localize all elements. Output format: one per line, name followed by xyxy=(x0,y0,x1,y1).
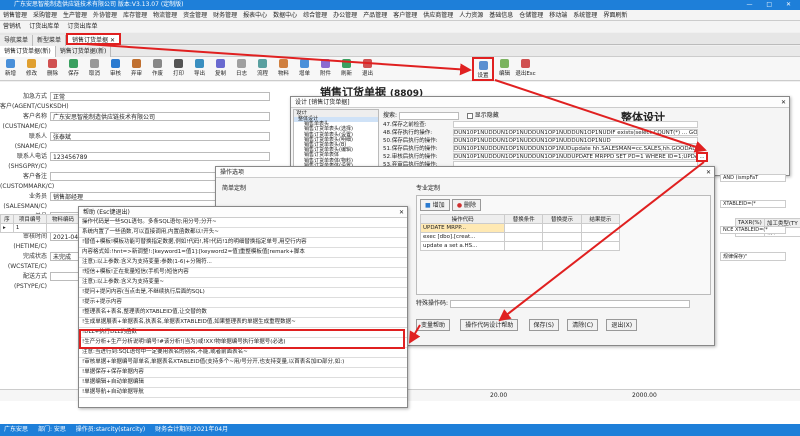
status-user: 操作员:starcity(starcity) xyxy=(75,426,146,433)
annotation-arrows xyxy=(84,43,707,344)
status-bar: 广东安思 部门: 安思 操作员:starcity(starcity) 财务会计期… xyxy=(0,424,800,436)
design-extra-field[interactable]: XTABLEID=(* xyxy=(720,200,786,208)
arrow-ellipsis-to-help-button xyxy=(498,161,705,322)
design-extra-field[interactable]: 规律保存)" xyxy=(720,252,786,261)
arrow-tab-to-design xyxy=(84,43,472,76)
arrow-design-to-ellipsis xyxy=(494,79,707,153)
arrow-help-button-to-help xyxy=(408,324,421,344)
status-period: 财务会计期间:2021年04月 xyxy=(155,426,229,433)
design-extra-field[interactable]: AND (ismpFaT xyxy=(720,174,786,182)
status-company: 广东安思 xyxy=(4,426,29,433)
design-extra-field[interactable]: NCE XTABLEID=(* xyxy=(720,226,786,234)
status-department: 部门: 安思 xyxy=(37,426,66,433)
